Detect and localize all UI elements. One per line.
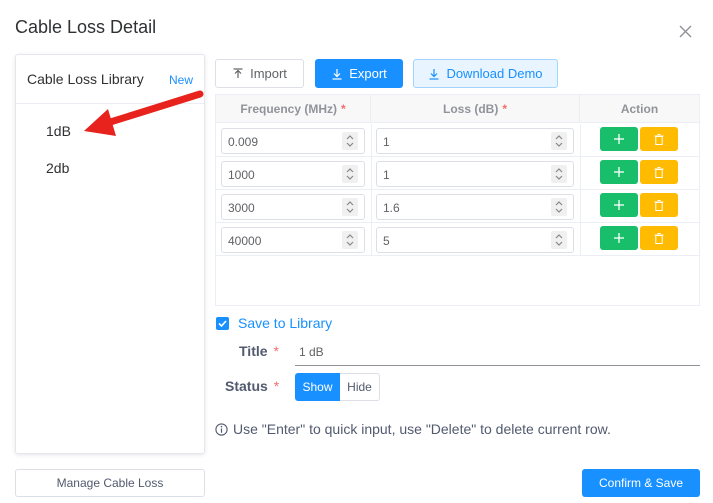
- table-row: 1000 1: [216, 157, 699, 190]
- export-label: Export: [349, 66, 387, 81]
- cable-loss-library-panel: Cable Loss Library New 1dB 2db: [15, 54, 205, 454]
- library-item-2db[interactable]: 2db: [46, 160, 69, 176]
- frequency-input[interactable]: 0.009: [221, 128, 365, 154]
- stepper-icon[interactable]: [342, 231, 358, 249]
- download-demo-button[interactable]: Download Demo: [413, 59, 558, 88]
- required-mark: *: [273, 343, 279, 359]
- frequency-value: 3000: [228, 201, 255, 215]
- title-text-input[interactable]: [295, 339, 700, 365]
- stepper-icon[interactable]: [342, 165, 358, 183]
- loss-input[interactable]: 1: [376, 161, 574, 187]
- export-button[interactable]: Export: [315, 59, 403, 88]
- loss-value: 1: [383, 168, 390, 182]
- hint-text: Use "Enter" to quick input, use "Delete"…: [233, 421, 611, 437]
- frequency-value: 0.009: [228, 135, 259, 149]
- frequency-column-header: Frequency (MHz) *: [216, 95, 371, 123]
- import-label: Import: [250, 66, 287, 81]
- save-to-library-label[interactable]: Save to Library: [238, 315, 332, 331]
- info-icon: [215, 422, 228, 436]
- stepper-icon[interactable]: [551, 132, 567, 150]
- stepper-icon[interactable]: [551, 198, 567, 216]
- import-button[interactable]: Import: [215, 59, 304, 88]
- manage-cable-loss-button[interactable]: Manage Cable Loss: [15, 469, 205, 497]
- frequency-value: 40000: [228, 234, 262, 248]
- frequency-value: 1000: [228, 168, 255, 182]
- status-show-option[interactable]: Show: [295, 373, 340, 401]
- status-field-label: Status *: [225, 378, 279, 394]
- loss-value: 1: [383, 135, 390, 149]
- add-row-button[interactable]: [600, 193, 638, 217]
- plus-icon: [614, 134, 624, 144]
- stepper-icon[interactable]: [551, 231, 567, 249]
- loss-input[interactable]: 1.6: [376, 194, 574, 220]
- loss-input[interactable]: 5: [376, 227, 574, 253]
- download-icon: [332, 68, 342, 80]
- save-to-library-checkbox[interactable]: [216, 317, 229, 330]
- frequency-input[interactable]: 40000: [221, 227, 365, 253]
- delete-row-button[interactable]: [640, 127, 678, 151]
- stepper-icon[interactable]: [551, 165, 567, 183]
- title-label-text: Title: [239, 343, 268, 359]
- loss-value: 5: [383, 234, 390, 248]
- action-column-header: Action: [580, 95, 699, 123]
- status-hide-option[interactable]: Hide: [340, 373, 380, 401]
- add-row-button[interactable]: [600, 160, 638, 184]
- library-title: Cable Loss Library: [27, 71, 144, 87]
- title-field-label: Title *: [239, 343, 279, 359]
- add-row-button[interactable]: [600, 226, 638, 250]
- dialog-title: Cable Loss Detail: [15, 17, 157, 37]
- close-icon[interactable]: [679, 25, 692, 38]
- plus-icon: [614, 233, 624, 243]
- loss-column-header: Loss (dB) *: [371, 95, 580, 123]
- download-icon: [429, 68, 439, 80]
- table-row: 40000 5: [216, 223, 699, 256]
- plus-icon: [614, 167, 624, 177]
- status-label-text: Status: [225, 378, 268, 394]
- loss-input[interactable]: 1: [376, 128, 574, 154]
- trash-icon: [654, 166, 664, 178]
- input-hint: Use "Enter" to quick input, use "Delete"…: [215, 421, 611, 437]
- title-input[interactable]: [295, 339, 700, 366]
- table-row: 3000 1.6: [216, 190, 699, 223]
- trash-icon: [654, 232, 664, 244]
- required-mark: *: [341, 101, 346, 116]
- plus-icon: [614, 200, 624, 210]
- upload-icon: [233, 67, 243, 78]
- trash-icon: [654, 133, 664, 145]
- required-mark: *: [273, 378, 280, 394]
- required-mark: *: [502, 101, 507, 116]
- check-icon: [218, 320, 227, 328]
- library-item-1db[interactable]: 1dB: [46, 123, 71, 139]
- confirm-save-button[interactable]: Confirm & Save: [582, 469, 700, 497]
- loss-value: 1.6: [383, 201, 400, 215]
- download-demo-label: Download Demo: [446, 66, 543, 81]
- action-header-label: Action: [620, 101, 659, 116]
- frequency-input[interactable]: 3000: [221, 194, 365, 220]
- stepper-icon[interactable]: [342, 198, 358, 216]
- trash-icon: [654, 199, 664, 211]
- delete-row-button[interactable]: [640, 226, 678, 250]
- loss-header-label: Loss (dB): [442, 101, 499, 116]
- table-row: 0.009 1: [216, 124, 699, 157]
- frequency-header-label: Frequency (MHz): [240, 101, 337, 116]
- new-library-button[interactable]: New: [169, 73, 193, 87]
- delete-row-button[interactable]: [640, 160, 678, 184]
- library-header: Cable Loss Library New: [16, 55, 204, 104]
- delete-row-button[interactable]: [640, 193, 678, 217]
- stepper-icon[interactable]: [342, 132, 358, 150]
- cable-loss-table: Frequency (MHz) * Loss (dB) * Action 0.009…: [215, 94, 700, 306]
- frequency-input[interactable]: 1000: [221, 161, 365, 187]
- add-row-button[interactable]: [600, 127, 638, 151]
